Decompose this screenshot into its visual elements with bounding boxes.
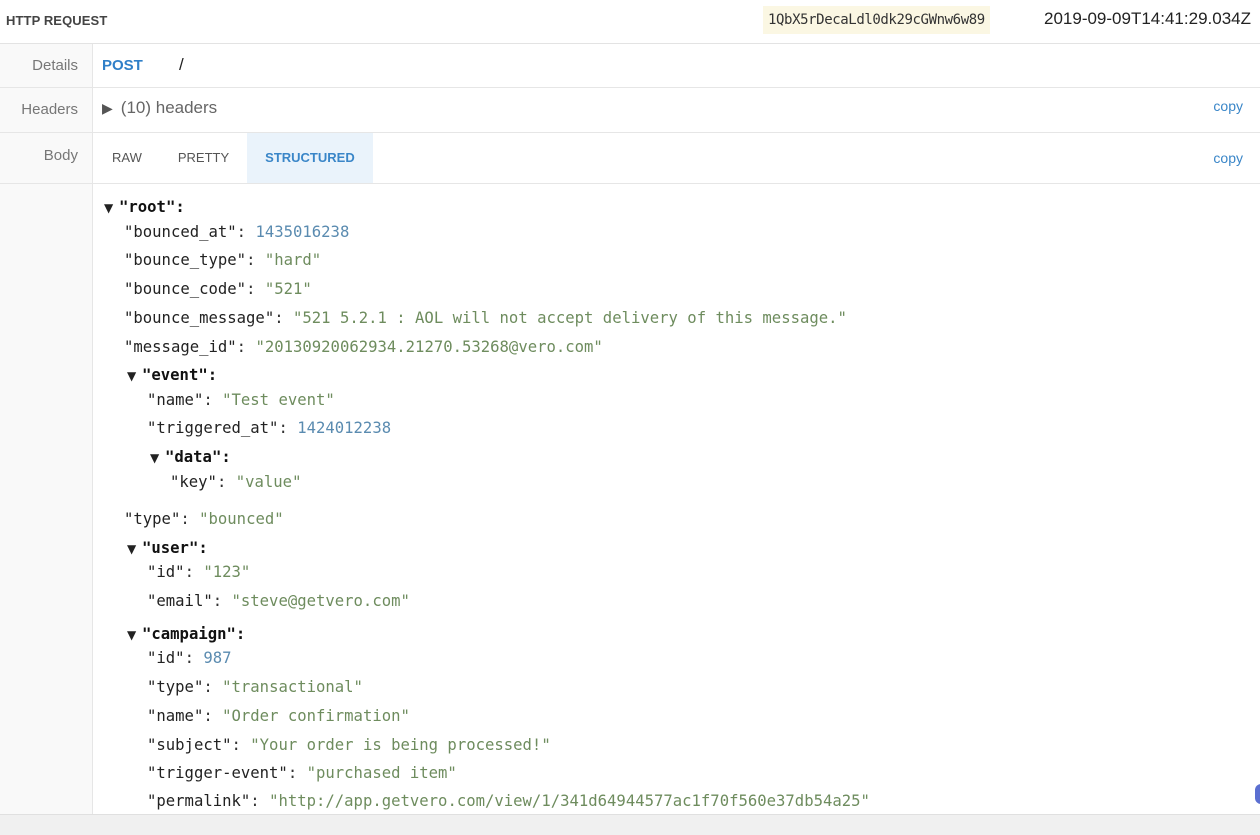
request-path: /	[179, 55, 184, 74]
body-row: Body RAW PRETTY STRUCTURED	[0, 133, 1260, 184]
tree-node-campaign[interactable]: ▼ "campaign":	[127, 625, 245, 643]
tree-node-user[interactable]: ▼ "user":	[127, 539, 208, 557]
tree-leaf: "id": "123"	[147, 563, 251, 581]
body-tabs: RAW PRETTY STRUCTURED	[94, 133, 373, 183]
tree-leaf: "bounced_at": 1435016238	[124, 223, 350, 241]
request-id[interactable]: 1QbX5rDecaLdl0dk29cGWnw6w89	[763, 6, 990, 34]
tab-structured[interactable]: STRUCTURED	[247, 133, 373, 183]
triangle-down-icon[interactable]: ▼	[104, 201, 119, 215]
tree-leaf: "triggered_at": 1424012238	[147, 419, 392, 437]
tree-leaf: "subject": "Your order is being processe…	[147, 736, 551, 754]
triangle-down-icon[interactable]: ▼	[127, 542, 142, 556]
tree-leaf: "bounce_message": "521 5.2.1 : AOL will …	[124, 309, 847, 327]
tree-leaf: "type": "bounced"	[124, 510, 284, 528]
tree-node-root[interactable]: ▼ "root":	[104, 198, 185, 216]
copy-headers-button[interactable]: copy	[1213, 98, 1243, 114]
tree-leaf: "type": "transactional"	[147, 678, 363, 696]
tree-leaf: "trigger-event": "purchased item"	[147, 764, 457, 782]
tree-leaf: "bounce_code": "521"	[124, 280, 312, 298]
tree-leaf: "bounce_type": "hard"	[124, 251, 322, 269]
tree-leaf: "id": 987	[147, 649, 232, 667]
tab-raw[interactable]: RAW	[94, 133, 160, 183]
triangle-down-icon[interactable]: ▼	[150, 451, 165, 465]
headers-row: Headers ▶ (10) headers	[0, 88, 1260, 133]
tree-leaf: "name": "Order confirmation"	[147, 707, 410, 725]
headers-toggle[interactable]: ▶ (10) headers	[102, 98, 217, 118]
copy-body-button[interactable]: copy	[1213, 150, 1243, 166]
triangle-down-icon[interactable]: ▼	[127, 628, 142, 642]
panel-title: HTTP REQUEST	[6, 13, 108, 28]
tree-node-event[interactable]: ▼ "event":	[127, 366, 217, 384]
tree-leaf: "email": "steve@getvero.com"	[147, 592, 410, 610]
scroll-handle-icon[interactable]	[1255, 784, 1260, 804]
tree-leaf: "name": "Test event"	[147, 391, 335, 409]
tree-leaf: "key": "value"	[170, 473, 302, 491]
body-label: Body	[43, 147, 78, 164]
tree-node-data[interactable]: ▼ "data":	[150, 448, 231, 466]
horizontal-scrollbar[interactable]	[0, 814, 1260, 835]
details-row: Details POST /	[0, 44, 1260, 88]
tree-leaf: "permalink": "http://app.getvero.com/vie…	[147, 792, 870, 810]
triangle-down-icon[interactable]: ▼	[127, 369, 142, 383]
http-method: POST	[102, 57, 143, 74]
details-label: Details	[32, 57, 78, 74]
headers-label: Headers	[21, 101, 78, 118]
headers-summary: (10) headers	[120, 98, 218, 117]
tree-leaf: "message_id": "20130920062934.21270.5326…	[124, 338, 603, 356]
top-bar: HTTP REQUEST 1QbX5rDecaLdl0dk29cGWnw6w89…	[0, 0, 1260, 44]
tab-pretty[interactable]: PRETTY	[160, 133, 247, 183]
triangle-right-icon: ▶	[102, 100, 113, 116]
json-tree: ▼ "root": "bounced_at": 1435016238 "bounc…	[94, 184, 1254, 814]
request-timestamp: 2019-09-09T14:41:29.034Z	[1044, 9, 1251, 28]
